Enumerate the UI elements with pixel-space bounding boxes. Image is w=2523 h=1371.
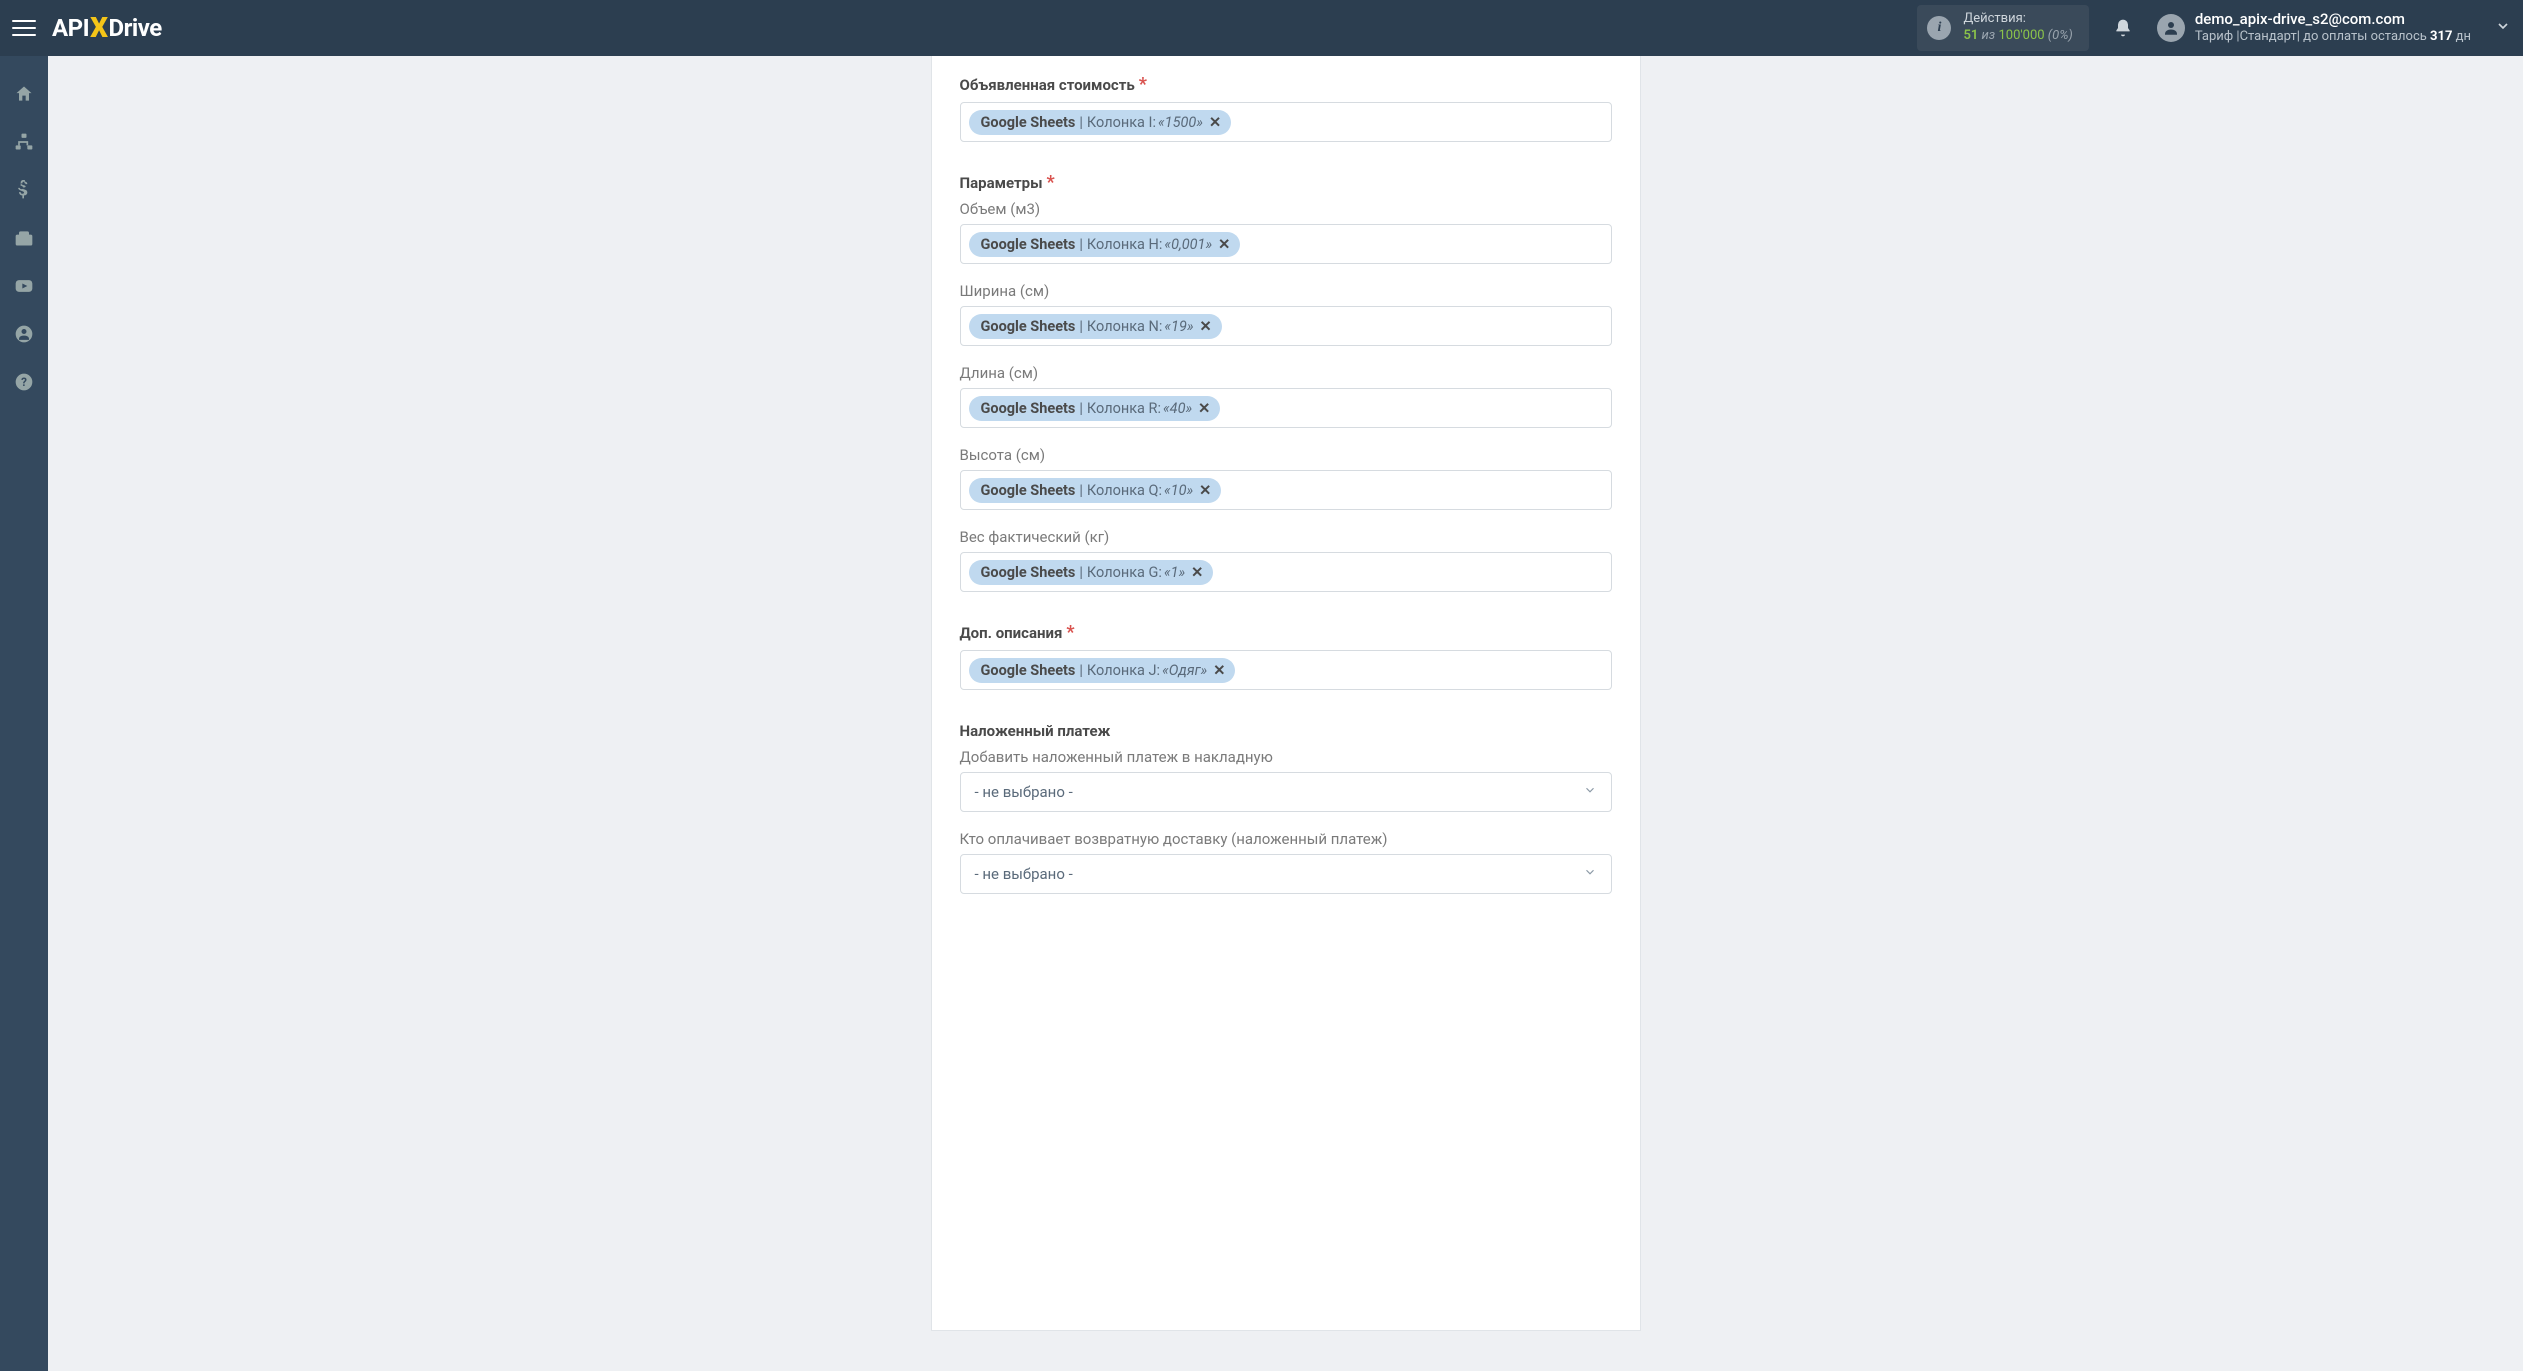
- chevron-down-icon: [1583, 865, 1597, 883]
- user-email: demo_apix-drive_s2@com.com: [2195, 10, 2471, 30]
- sidebar: ?: [0, 56, 48, 1371]
- weight-tag[interactable]: Google Sheets | Колонка G: «1» ✕: [969, 560, 1214, 585]
- remove-tag-icon[interactable]: ✕: [1198, 400, 1210, 417]
- declared-cost-label: Объявленная стоимость *: [960, 76, 1612, 94]
- avatar-icon: [2157, 14, 2185, 42]
- cod-payer-select[interactable]: - не выбрано -: [960, 854, 1612, 894]
- field-cod-payer: Кто оплачивает возвратную доставку (нало…: [960, 830, 1612, 894]
- main-content: Объявленная стоимость * Google Sheets | …: [48, 56, 2523, 1371]
- logo[interactable]: APIXDrive: [52, 12, 162, 45]
- cod-payer-value: - не выбрано -: [975, 865, 1073, 883]
- width-label: Ширина (см): [960, 282, 1612, 300]
- cod-payer-label: Кто оплачивает возвратную доставку (нало…: [960, 830, 1612, 848]
- sidebar-billing[interactable]: [0, 168, 48, 212]
- chevron-down-icon[interactable]: [2495, 18, 2511, 38]
- actions-text: Действия: 51 из 100'000 (0%): [1963, 11, 2072, 45]
- width-input[interactable]: Google Sheets | Колонка N: «19» ✕: [960, 306, 1612, 346]
- logo-x: X: [90, 11, 107, 44]
- actions-count: 51: [1963, 28, 1978, 43]
- notifications-icon[interactable]: [2113, 18, 2133, 38]
- logo-api: API: [52, 14, 89, 42]
- remove-tag-icon[interactable]: ✕: [1199, 482, 1211, 499]
- field-declared-cost: Объявленная стоимость * Google Sheets | …: [960, 76, 1612, 142]
- topbar: APIXDrive i Действия: 51 из 100'000 (0%)…: [0, 0, 2523, 56]
- required-star: *: [1066, 624, 1074, 642]
- sidebar-help[interactable]: ?: [0, 360, 48, 404]
- required-star: *: [1139, 76, 1147, 94]
- sidebar-home[interactable]: [0, 72, 48, 116]
- actions-pct: (0%): [2048, 28, 2073, 43]
- form-panel: Объявленная стоимость * Google Sheets | …: [931, 56, 1641, 1331]
- declared-cost-input[interactable]: Google Sheets | Колонка I: «1500» ✕: [960, 102, 1612, 142]
- cod-section-label: Наложенный платеж: [960, 722, 1612, 740]
- cod-add-value: - не выбрано -: [975, 783, 1073, 801]
- sidebar-video[interactable]: [0, 264, 48, 308]
- height-tag[interactable]: Google Sheets | Колонка Q: «10» ✕: [969, 478, 1222, 503]
- volume-input[interactable]: Google Sheets | Колонка H: «0,001» ✕: [960, 224, 1612, 264]
- width-tag[interactable]: Google Sheets | Колонка N: «19» ✕: [969, 314, 1222, 339]
- user-tariff: Тариф |Стандарт| до оплаты осталось 317 …: [2195, 29, 2471, 46]
- chevron-down-icon: [1583, 783, 1597, 801]
- cod-add-label: Добавить наложенный платеж в накладную: [960, 748, 1612, 766]
- actions-counter[interactable]: i Действия: 51 из 100'000 (0%): [1917, 5, 2088, 51]
- field-cod-add: Добавить наложенный платеж в накладную -…: [960, 748, 1612, 812]
- length-input[interactable]: Google Sheets | Колонка R: «40» ✕: [960, 388, 1612, 428]
- sidebar-connections[interactable]: [0, 120, 48, 164]
- required-star: *: [1047, 174, 1055, 192]
- remove-tag-icon[interactable]: ✕: [1209, 114, 1221, 131]
- volume-label: Объем (м3): [960, 200, 1612, 218]
- weight-label: Вес фактический (кг): [960, 528, 1612, 546]
- volume-tag[interactable]: Google Sheets | Колонка H: «0,001» ✕: [969, 232, 1241, 257]
- field-width: Ширина (см) Google Sheets | Колонка N: «…: [960, 282, 1612, 346]
- user-text: demo_apix-drive_s2@com.com Тариф |Станда…: [2195, 10, 2471, 46]
- remove-tag-icon[interactable]: ✕: [1218, 236, 1230, 253]
- info-icon: i: [1927, 16, 1951, 40]
- weight-input[interactable]: Google Sheets | Колонка G: «1» ✕: [960, 552, 1612, 592]
- sidebar-toolbox[interactable]: [0, 216, 48, 260]
- field-volume: Объем (м3) Google Sheets | Колонка H: «0…: [960, 200, 1612, 264]
- extra-desc-input[interactable]: Google Sheets | Колонка J: «Одяг» ✕: [960, 650, 1612, 690]
- extra-desc-tag[interactable]: Google Sheets | Колонка J: «Одяг» ✕: [969, 658, 1236, 683]
- menu-toggle[interactable]: [12, 16, 36, 40]
- field-length: Длина (см) Google Sheets | Колонка R: «4…: [960, 364, 1612, 428]
- length-tag[interactable]: Google Sheets | Колонка R: «40» ✕: [969, 396, 1221, 421]
- field-extra-desc: Доп. описания * Google Sheets | Колонка …: [960, 624, 1612, 690]
- field-weight: Вес фактический (кг) Google Sheets | Кол…: [960, 528, 1612, 592]
- remove-tag-icon[interactable]: ✕: [1200, 318, 1212, 335]
- height-label: Высота (см): [960, 446, 1612, 464]
- remove-tag-icon[interactable]: ✕: [1191, 564, 1203, 581]
- logo-drive: Drive: [109, 14, 162, 42]
- actions-total: 100'000: [1998, 28, 2044, 43]
- user-menu[interactable]: demo_apix-drive_s2@com.com Тариф |Станда…: [2157, 10, 2471, 46]
- svg-text:?: ?: [21, 375, 27, 389]
- height-input[interactable]: Google Sheets | Колонка Q: «10» ✕: [960, 470, 1612, 510]
- sidebar-account[interactable]: [0, 312, 48, 356]
- extra-desc-label: Доп. описания *: [960, 624, 1612, 642]
- length-label: Длина (см): [960, 364, 1612, 382]
- field-height: Высота (см) Google Sheets | Колонка Q: «…: [960, 446, 1612, 510]
- cod-add-select[interactable]: - не выбрано -: [960, 772, 1612, 812]
- actions-of: из: [1982, 28, 1996, 43]
- declared-cost-tag[interactable]: Google Sheets | Колонка I: «1500» ✕: [969, 110, 1232, 135]
- params-section-label: Параметры *: [960, 174, 1612, 192]
- remove-tag-icon[interactable]: ✕: [1213, 662, 1225, 679]
- actions-label: Действия:: [1963, 11, 2072, 28]
